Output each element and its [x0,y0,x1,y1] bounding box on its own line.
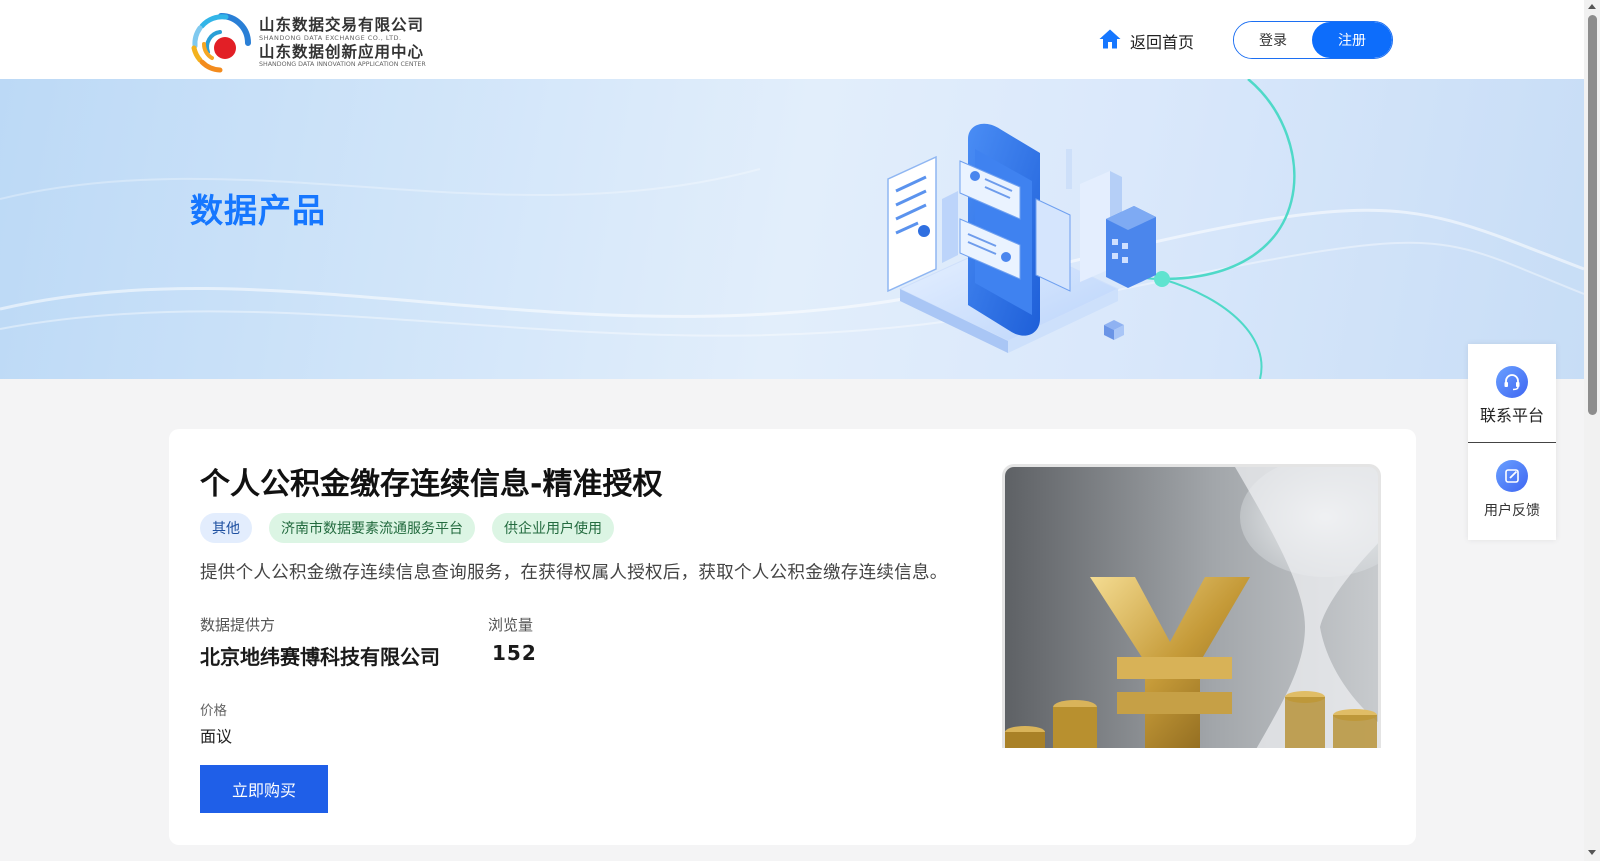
float-panel-divider [1468,442,1556,443]
headset-icon [1496,366,1528,398]
logo-mark [190,12,252,74]
page-banner: 数据产品 [0,79,1584,379]
logo-line1-cn: 山东数据交易有限公司 [259,15,425,34]
provider-value: 北京地纬赛博科技有限公司 [200,645,440,669]
product-title: 个人公积金缴存连续信息-精准授权 [200,467,663,502]
user-feedback-label: 用户反馈 [1484,503,1540,519]
tag-audience: 供企业用户使用 [492,513,614,543]
views-label: 浏览量 [488,616,534,634]
views-value: 152 [492,641,537,665]
home-link-label: 返回首页 [1130,33,1195,52]
user-feedback-button[interactable]: 用户反馈 [1468,460,1556,520]
price-value: 面议 [200,727,233,746]
page-scrollbar[interactable] [1584,0,1600,861]
floating-side-panel: 联系平台 用户反馈 [1468,344,1556,540]
buy-now-button[interactable]: 立即购买 [200,765,328,813]
banner-title: 数据产品 [190,191,326,230]
scroll-down-arrow-icon[interactable] [1588,850,1596,855]
home-icon [1098,27,1122,55]
scrollbar-thumb[interactable] [1588,15,1597,415]
contact-platform-button[interactable]: 联系平台 [1468,366,1556,426]
site-header: 山东数据交易有限公司 SHANDONG DATA EXCHANGE CO., L… [0,0,1584,79]
logo-line2-cn: 山东数据创新应用中心 [259,42,425,61]
logo-line2-en: SHANDONG DATA INNOVATION APPLICATION CEN… [259,61,426,69]
product-description: 提供个人公积金缴存连续信息查询服务，在获得权属人授权后，获取个人公积金缴存连续信… [200,563,948,583]
scroll-up-arrow-icon[interactable] [1588,4,1596,9]
product-card: 个人公积金缴存连续信息-精准授权 其他 济南市数据要素流通服务平台 供企业用户使… [169,429,1416,845]
provider-label: 数据提供方 [200,616,276,634]
logo-text: 山东数据交易有限公司 SHANDONG DATA EXCHANGE CO., L… [259,15,426,69]
logo-line1-en: SHANDONG DATA EXCHANGE CO., LTD. [259,34,402,43]
login-button[interactable]: 登录 [1234,22,1312,58]
tag-platform: 济南市数据要素流通服务平台 [269,513,475,543]
contact-platform-label: 联系平台 [1479,406,1544,425]
company-logo[interactable]: 山东数据交易有限公司 SHANDONG DATA EXCHANGE CO., L… [190,12,426,74]
product-image [1002,464,1381,748]
register-button[interactable]: 注册 [1312,22,1392,58]
price-label: 价格 [200,703,227,719]
product-tags: 其他 济南市数据要素流通服务平台 供企业用户使用 [200,513,631,543]
tag-category: 其他 [200,513,252,543]
auth-buttons: 登录 注册 [1233,21,1393,59]
edit-icon [1496,460,1528,492]
home-link[interactable]: 返回首页 [1098,27,1194,55]
